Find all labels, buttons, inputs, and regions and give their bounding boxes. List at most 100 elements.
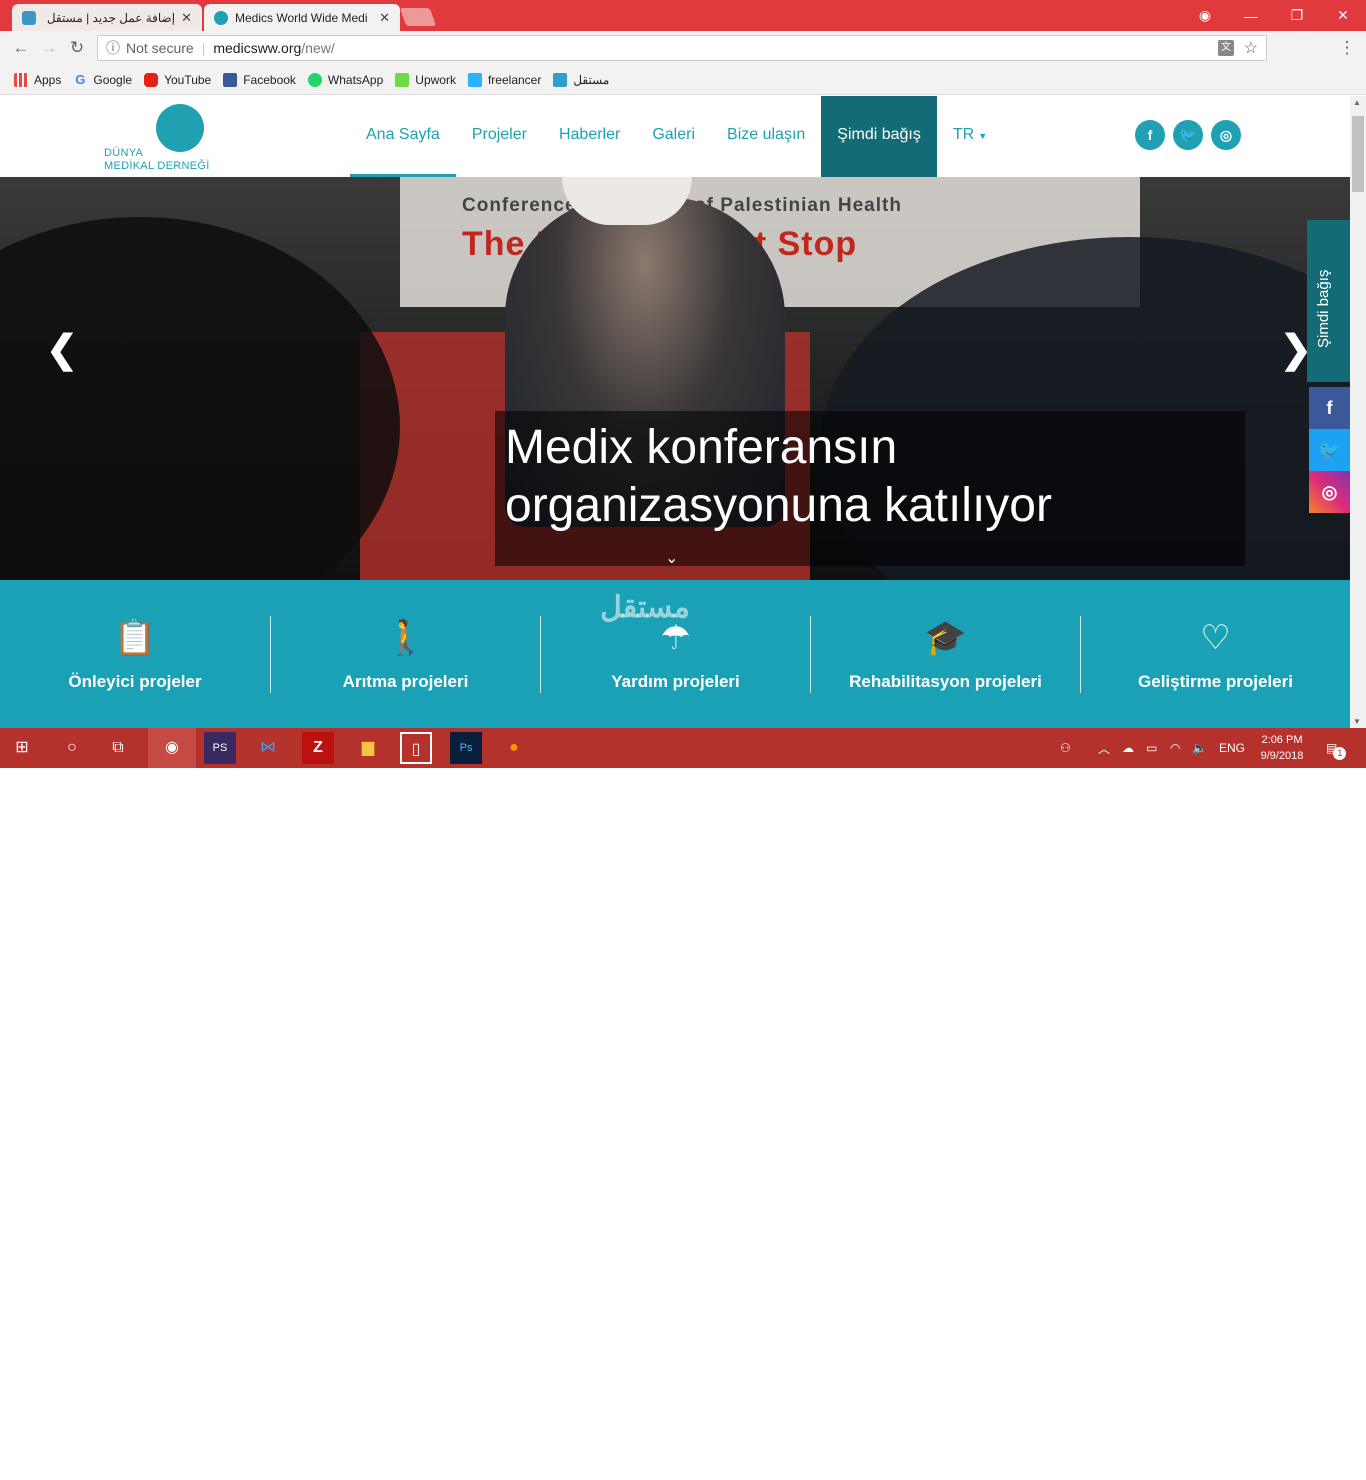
action-center-icon[interactable]: ▤ 1	[1326, 728, 1347, 768]
bookmark-google[interactable]: G Google	[73, 71, 133, 87]
category-treatment[interactable]: 🚶 Arıtma projeleri	[270, 616, 540, 693]
scroll-up-icon[interactable]: ▲	[1353, 98, 1361, 107]
side-instagram-icon[interactable]: ◎	[1309, 471, 1350, 513]
nav-home[interactable]: Ana Sayfa	[350, 96, 456, 177]
category-label: Yardım projeleri	[611, 672, 740, 691]
bookmark-upwork[interactable]: Upwork	[395, 72, 456, 87]
bookmark-freelancer[interactable]: freelancer	[467, 72, 542, 87]
nav-language[interactable]: TR ▼	[937, 96, 1003, 177]
graduation-cap-icon: 🎓	[924, 619, 967, 657]
bookmark-label: freelancer	[487, 72, 542, 87]
windows-taskbar: ⊞ ○ ⧉ ◉ PS ⋈ Z ▆ ▯ Ps ● mostaql.com ⚇ ︿ …	[0, 728, 1366, 1479]
site-logo[interactable]: DÜNYA MEDİKAL DERNEĞİ	[102, 104, 212, 172]
logo-line2: MEDİKAL DERNEĞİ	[104, 160, 210, 172]
donate-side-tab[interactable]: Şimdi bağış	[1307, 220, 1350, 382]
reload-button[interactable]: ↻	[66, 37, 88, 59]
main-nav: Ana Sayfa Projeler Haberler Galeri Bize …	[350, 96, 1003, 177]
new-tab-button[interactable]	[399, 8, 437, 26]
language-label: TR	[952, 126, 975, 143]
volume-icon[interactable]: 🔈	[1192, 728, 1207, 768]
system-clock[interactable]: 2:06 PM 9/9/2018	[1254, 732, 1310, 764]
chrome-taskbar-icon[interactable]: ◉	[148, 728, 196, 768]
tab-title: Medics World Wide Medi	[235, 10, 368, 25]
phpstorm-taskbar-icon[interactable]: PS	[204, 732, 236, 764]
page-scrollbar[interactable]: ▲ ▼	[1350, 96, 1366, 728]
category-development[interactable]: ♡ Geliştirme projeleri	[1080, 616, 1350, 693]
category-rehabilitation[interactable]: 🎓 Rehabilitasyon projeleri	[810, 616, 1080, 693]
firefox-taskbar-icon[interactable]: ●	[498, 732, 530, 764]
scroll-down-chevron-icon[interactable]: ⌄	[665, 548, 678, 568]
category-preventive[interactable]: 📋 Önleyici projeler	[0, 580, 270, 728]
back-button[interactable]: ←	[10, 37, 32, 59]
profile-icon[interactable]: ◉	[1182, 0, 1228, 31]
menu-kebab-icon[interactable]: ⋮	[1336, 37, 1358, 59]
photoshop-taskbar-icon[interactable]: Ps	[450, 732, 482, 764]
search-circle-icon[interactable]: ○	[56, 732, 88, 764]
wifi-icon[interactable]: ◠	[1170, 728, 1180, 768]
close-window-button[interactable]: ✕	[1320, 0, 1366, 31]
twitter-icon[interactable]: 🐦	[1173, 120, 1203, 150]
bookmark-mostaql[interactable]: مستقل	[553, 72, 609, 87]
tray-chevron-up-icon[interactable]: ︿	[1098, 728, 1110, 768]
filezilla-taskbar-icon[interactable]: Z	[302, 732, 334, 764]
scroll-down-icon[interactable]: ▼	[1353, 717, 1361, 726]
info-icon[interactable]: ⓘ	[106, 38, 120, 58]
hands-heart-icon: ♡	[1200, 619, 1231, 657]
bookmark-label: Upwork	[415, 72, 456, 87]
instagram-icon[interactable]: ◎	[1211, 120, 1241, 150]
nav-contact[interactable]: Bize ulaşın	[711, 96, 821, 177]
bookmark-facebook[interactable]: Facebook	[223, 72, 296, 87]
whatsapp-icon	[307, 72, 322, 87]
restore-button[interactable]: ❐	[1274, 0, 1320, 31]
slide-caption: Medix konferansın organizasyonuna katılı…	[495, 411, 1245, 568]
task-view-icon[interactable]: ⧉	[102, 732, 134, 764]
tab-mostaql[interactable]: إضافة عمل جديد | مستقل ✕	[12, 4, 202, 31]
bookmark-whatsapp[interactable]: WhatsApp	[307, 72, 384, 87]
onedrive-cloud-icon[interactable]: ☁	[1122, 728, 1134, 768]
nav-gallery[interactable]: Galeri	[636, 96, 711, 177]
side-twitter-icon[interactable]: 🐦	[1309, 429, 1350, 471]
side-facebook-icon[interactable]: f	[1309, 387, 1350, 429]
windows-start-icon[interactable]: ⊞	[6, 732, 38, 764]
hero-slider: Conference in Support of Palestinian Hea…	[0, 177, 1350, 580]
medics-favicon-icon	[214, 10, 228, 25]
app-taskbar-icon[interactable]: ▯	[400, 732, 432, 764]
url-path: /new/	[301, 40, 335, 56]
category-label: Arıtma projeleri	[342, 672, 469, 691]
donate-side-label: Şimdi bağış	[1315, 269, 1332, 348]
tab-title: إضافة عمل جديد | مستقل	[46, 10, 176, 25]
people-icon[interactable]: ⚇	[1060, 728, 1071, 768]
close-tab-icon[interactable]: ✕	[181, 10, 192, 26]
facebook-icon[interactable]: f	[1135, 120, 1165, 150]
translate-icon[interactable]: 文	[1218, 40, 1234, 56]
bookmark-label: Google	[93, 72, 133, 87]
bookmark-star-icon[interactable]: ☆	[1244, 38, 1258, 58]
forward-button[interactable]: →	[38, 37, 60, 59]
browser-titlebar: إضافة عمل جديد | مستقل ✕ Medics World Wi…	[0, 0, 1366, 31]
category-aid[interactable]: ☂ Yardım projeleri	[540, 616, 810, 693]
bookmark-youtube[interactable]: YouTube	[144, 72, 211, 87]
bookmark-label: Facebook	[243, 72, 296, 87]
upwork-icon	[395, 72, 410, 87]
nav-projects[interactable]: Projeler	[456, 96, 543, 177]
scrollbar-thumb[interactable]	[1352, 116, 1364, 192]
nav-news[interactable]: Haberler	[543, 96, 636, 177]
vscode-taskbar-icon[interactable]: ⋈	[252, 732, 284, 764]
minimize-button[interactable]: —	[1228, 0, 1274, 31]
clipboard-icon: 📋	[113, 619, 157, 657]
google-icon: G	[75, 71, 86, 87]
file-explorer-taskbar-icon[interactable]: ▆	[352, 732, 384, 764]
bookmark-label: WhatsApp	[327, 72, 384, 87]
prev-slide-arrow-icon[interactable]: ❮	[46, 327, 78, 372]
tab-medics[interactable]: Medics World Wide Medi ✕	[204, 4, 400, 31]
url-host: medicsww.org	[213, 40, 302, 56]
watermark-arabic: مستقل	[600, 591, 690, 624]
close-tab-icon[interactable]: ✕	[379, 10, 390, 26]
bookmark-apps[interactable]: Apps	[14, 72, 61, 87]
website-viewport: DÜNYA MEDİKAL DERNEĞİ Ana Sayfa Projeler…	[0, 96, 1350, 728]
nav-donate-button[interactable]: Şimdi bağış	[821, 96, 937, 177]
url-bar[interactable]: ⓘ Not secure | medicsww.org/new/ 文 ☆	[97, 35, 1267, 61]
battery-icon[interactable]: ▭	[1146, 728, 1157, 768]
address-toolbar: ← → ↻ ⓘ Not secure | medicsww.org/new/ 文…	[0, 31, 1366, 88]
language-indicator[interactable]: ENG	[1219, 728, 1245, 768]
